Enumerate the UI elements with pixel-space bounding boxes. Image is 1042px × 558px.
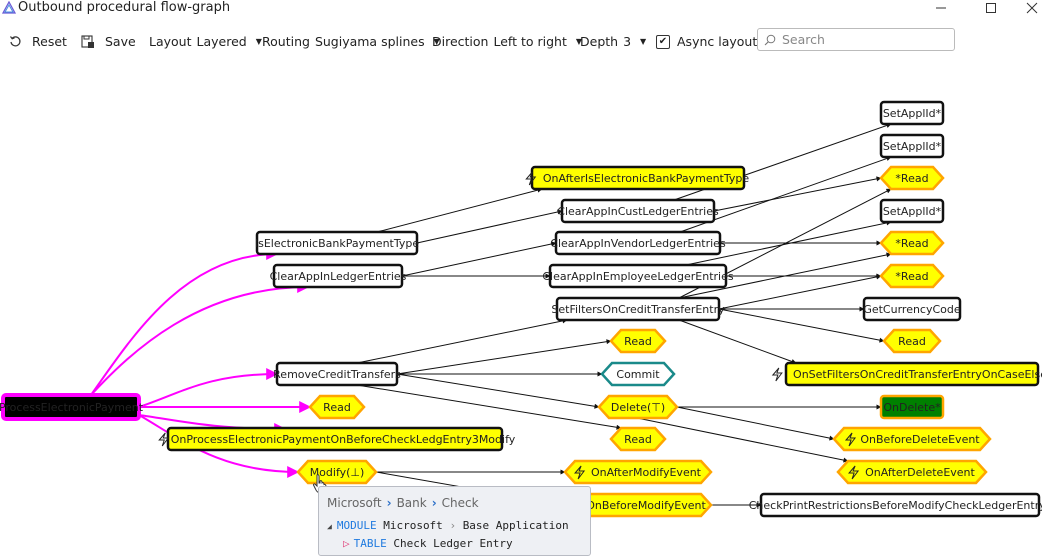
graph-node-setAppl1[interactable]: SetApplId*: [879, 100, 945, 126]
edge-setFilters-to-read4: [718, 308, 885, 343]
graph-node-clearLedger[interactable]: ClearAppInLedgerEntries: [270, 263, 407, 289]
node-label: Read: [898, 335, 926, 348]
node-tooltip: Microsoft › Bank › Check ◢ MODULE Microsoft ›…: [318, 486, 591, 556]
node-label: GetCurrencyCode: [863, 303, 961, 316]
edge-root-to-removeCT: [138, 368, 279, 408]
edge-delete-to-onBeforeDelete: [676, 406, 835, 441]
node-label: ClearAppInEmployeeLedgerEntries: [542, 270, 733, 283]
node-label: ClearAppInCustLedgerEntries: [557, 205, 719, 218]
node-label: *Read: [895, 237, 928, 250]
graph-node-root[interactable]: ProcessElectronicPayment: [0, 393, 144, 421]
graph-node-onBeforeDelete[interactable]: OnBeforeDeleteEvent: [832, 426, 992, 452]
node-label: RemoveCreditTransfers: [273, 368, 401, 381]
graph-node-clearCust[interactable]: ClearAppInCustLedgerEntries: [557, 198, 719, 224]
edge-isElec-to-onAfterIsElec: [376, 187, 543, 233]
graph-node-setAppl2[interactable]: SetApplId*: [879, 133, 945, 159]
chevron-right-icon: ›: [386, 496, 392, 510]
node-label: OnAfterDeleteEvent: [865, 466, 975, 479]
graph-node-onProcEvt[interactable]: OnProcessElectronicPaymentOnBeforeCheckL…: [158, 426, 516, 452]
node-label: Read: [624, 433, 652, 446]
graph-node-read3[interactable]: Read: [609, 426, 667, 452]
module-keyword: MODULE: [336, 519, 377, 532]
graph-node-getCurrency[interactable]: GetCurrencyCode: [862, 296, 962, 322]
edge-delete-to-onAfterDelete: [636, 417, 849, 463]
node-label: ClearAppInVendorLedgerEntries: [550, 237, 726, 250]
graph-node-isElec[interactable]: IsElectronicBankPaymentType: [255, 230, 419, 256]
graph-node-readS2[interactable]: *Read: [879, 230, 945, 256]
node-label: OnAfterIsElectronicBankPaymentType: [543, 172, 750, 185]
module-publisher: Microsoft: [383, 519, 443, 532]
graph-node-commit[interactable]: Commit: [600, 361, 676, 387]
edge-setFilters-to-onSetFilters: [678, 319, 797, 364]
tooltip-module-row: ◢ MODULE Microsoft › Base Application: [327, 519, 569, 532]
graph-node-readS1[interactable]: *Read: [879, 165, 945, 191]
node-label: IsElectronicBankPaymentType: [255, 237, 419, 250]
node-label: ClearAppInLedgerEntries: [270, 270, 407, 283]
table-keyword: TABLE: [353, 537, 387, 550]
graph-node-onAfterModify[interactable]: OnAfterModifyEvent: [563, 459, 713, 485]
graph-node-checkPrint[interactable]: CheckPrintRestrictionsBeforeModifyCheckL…: [749, 492, 1042, 518]
table-name: Check Ledger Entry: [393, 537, 513, 550]
edge-removeCT-to-setFilters: [356, 318, 568, 364]
node-label: SetApplId*: [883, 205, 942, 218]
node-label: OnAfterModifyEvent: [591, 466, 702, 479]
graph-node-onAfterDelete[interactable]: OnAfterDeleteEvent: [836, 459, 988, 485]
node-label: Read: [624, 335, 652, 348]
graph-node-onSetFilters[interactable]: OnSetFiltersOnCreditTransferEntryOnCaseE…: [771, 361, 1042, 387]
breadcrumb-item: Check: [441, 496, 479, 510]
lightning-event-icon: [771, 367, 783, 382]
edge-setFilters-to-readS3: [718, 274, 882, 310]
node-label: OnProcessElectronicPaymentOnBeforeCheckL…: [171, 433, 516, 446]
edge-removeCT-to-read3: [356, 384, 622, 430]
node-label: OnBeforeDeleteEvent: [860, 433, 980, 446]
breadcrumb-item: Bank: [396, 496, 427, 510]
graph-node-clearVendor[interactable]: ClearAppInVendorLedgerEntries: [550, 230, 726, 256]
module-name: Base Application: [462, 519, 569, 532]
edge-root-to-isElec: [90, 248, 279, 396]
chevron-right-icon: ›: [449, 519, 457, 532]
graph-node-onDelete[interactable]: OnDelete*: [879, 394, 945, 420]
node-label: CheckPrintRestrictionsBeforeModifyCheckL…: [749, 499, 1042, 512]
node-layer: ProcessElectronicPayment IsElectronicBank…: [0, 100, 1042, 518]
breadcrumb-item: Microsoft: [327, 496, 382, 510]
edge-removeCT-to-delete: [396, 373, 600, 409]
node-label: ProcessElectronicPayment: [0, 401, 144, 414]
node-label: *Read: [895, 172, 928, 185]
flow-graph-canvas[interactable]: ProcessElectronicPayment IsElectronicBank…: [0, 0, 1042, 558]
graph-node-clearEmp[interactable]: ClearAppInEmployeeLedgerEntries: [542, 263, 734, 289]
graph-node-removeCT[interactable]: RemoveCreditTransfers: [273, 361, 401, 387]
tooltip-table-row: ▷ TABLE Check Ledger Entry: [343, 537, 513, 550]
node-label: Commit: [616, 368, 660, 381]
node-label: SetFiltersOnCreditTransferEntry: [551, 303, 725, 316]
tooltip-breadcrumb: Microsoft › Bank › Check: [327, 496, 479, 510]
graph-node-setAppl3[interactable]: SetApplId*: [879, 198, 945, 224]
graph-node-readS3[interactable]: *Read: [879, 263, 945, 289]
node-label: *Read: [895, 270, 928, 283]
node-label: SetApplId*: [883, 107, 942, 120]
edge-removeCT-to-read2: [396, 339, 612, 375]
node-label: OnDelete*: [883, 401, 941, 414]
chevron-right-icon: ›: [431, 496, 437, 510]
node-label: Delete(⊤): [611, 401, 665, 414]
edge-clearLedger-to-clearVendor: [401, 241, 557, 277]
graph-node-read4[interactable]: Read: [882, 328, 942, 354]
node-label: Read: [323, 401, 351, 414]
graph-node-modify[interactable]: Modify(⊥): [296, 459, 378, 485]
graph-node-read2[interactable]: Read: [609, 328, 667, 354]
node-label: OnSetFiltersOnCreditTransferEntryOnCaseE…: [793, 368, 1042, 381]
graph-node-setFilters[interactable]: SetFiltersOnCreditTransferEntry: [551, 296, 725, 322]
node-label: SetApplId*: [883, 140, 942, 153]
graph-node-delete[interactable]: Delete(⊤): [597, 394, 679, 420]
graph-node-read1[interactable]: Read: [308, 394, 366, 420]
table-triangle-icon: ▷: [343, 537, 350, 550]
graph-node-onAfterIsElec[interactable]: OnAfterIsElectronicBankPaymentType: [525, 165, 750, 191]
expand-triangle-icon: ◢: [327, 522, 332, 531]
node-label: OnBeforeModifyEvent: [586, 499, 706, 512]
